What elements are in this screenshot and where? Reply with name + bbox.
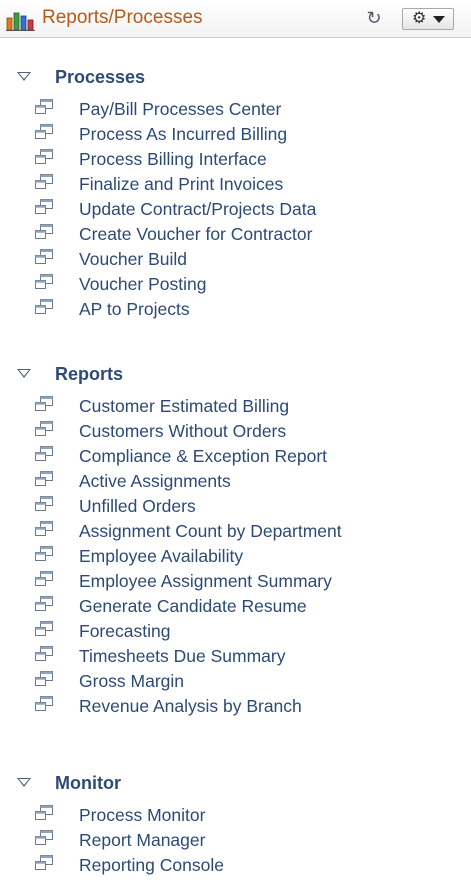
menu-link[interactable]: AP to Projects	[0, 298, 471, 322]
component-link-icon	[34, 149, 54, 165]
menu-link-label[interactable]: Pay/Bill Processes Center	[79, 98, 281, 120]
menu-link[interactable]: Process As Incurred Billing	[0, 123, 471, 147]
menu-link[interactable]: Process Monitor	[0, 804, 471, 828]
expand-triangle-icon[interactable]	[17, 778, 31, 787]
section-title: Monitor	[55, 773, 121, 793]
menu-link[interactable]: Compliance & Exception Report	[0, 445, 471, 469]
bar-chart-icon	[6, 12, 35, 31]
menu-link[interactable]: Finalize and Print Invoices	[0, 173, 471, 197]
component-link-icon	[34, 646, 54, 662]
menu-link-label[interactable]: Unfilled Orders	[79, 495, 196, 517]
menu-link-label[interactable]: Finalize and Print Invoices	[79, 173, 283, 195]
component-link-icon	[34, 396, 54, 412]
pagelet-options-menu-button[interactable]: ⚙	[402, 8, 454, 30]
component-link-icon	[34, 596, 54, 612]
component-link-icon	[34, 124, 54, 140]
menu-link-label[interactable]: Voucher Posting	[79, 273, 206, 295]
section-header-monitor[interactable]: Monitor	[0, 770, 471, 796]
menu-link-label[interactable]: Employee Availability	[79, 545, 243, 567]
menu-link[interactable]: Forecasting	[0, 620, 471, 644]
component-link-icon	[34, 471, 54, 487]
component-link-icon	[34, 671, 54, 687]
component-link-icon	[34, 421, 54, 437]
menu-link-label[interactable]: Employee Assignment Summary	[79, 570, 332, 592]
component-link-icon	[34, 224, 54, 240]
component-link-icon	[34, 805, 54, 821]
menu-link[interactable]: Employee Assignment Summary	[0, 570, 471, 594]
component-link-icon	[34, 696, 54, 712]
component-link-icon	[34, 855, 54, 871]
menu-link-label[interactable]: Generate Candidate Resume	[79, 595, 307, 617]
menu-link-label[interactable]: Process Billing Interface	[79, 148, 267, 170]
pagelet-title: Reports/Processes	[42, 7, 203, 28]
menu-link-label[interactable]: Update Contract/Projects Data	[79, 198, 316, 220]
menu-link[interactable]: Employee Availability	[0, 545, 471, 569]
menu-link[interactable]: Gross Margin	[0, 670, 471, 694]
menu-link-label[interactable]: Process Monitor	[79, 804, 205, 826]
menu-link[interactable]: Active Assignments	[0, 470, 471, 494]
menu-link-label[interactable]: Voucher Build	[79, 248, 187, 270]
menu-link[interactable]: Unfilled Orders	[0, 495, 471, 519]
section-title: Processes	[55, 67, 146, 87]
menu-link[interactable]: Create Voucher for Contractor	[0, 223, 471, 247]
component-link-icon	[34, 249, 54, 265]
menu-link-label[interactable]: Report Manager	[79, 829, 205, 851]
component-link-icon	[34, 621, 54, 637]
component-link-icon	[34, 99, 54, 115]
menu-link[interactable]: Voucher Posting	[0, 273, 471, 297]
section-header-processes[interactable]: Processes	[0, 64, 471, 90]
expand-triangle-icon[interactable]	[17, 72, 31, 81]
menu-link-label[interactable]: AP to Projects	[79, 298, 190, 320]
component-link-icon	[34, 446, 54, 462]
menu-link-label[interactable]: Timesheets Due Summary	[79, 645, 286, 667]
component-link-icon	[34, 830, 54, 846]
menu-link[interactable]: Voucher Build	[0, 248, 471, 272]
component-link-icon	[34, 571, 54, 587]
menu-link[interactable]: Process Billing Interface	[0, 148, 471, 172]
refresh-icon[interactable]: ↻	[364, 8, 384, 28]
expand-triangle-icon[interactable]	[17, 369, 31, 378]
menu-link[interactable]: Customers Without Orders	[0, 420, 471, 444]
menu-link-label[interactable]: Compliance & Exception Report	[79, 445, 327, 467]
menu-link-label[interactable]: Assignment Count by Department	[79, 520, 342, 542]
component-link-icon	[34, 299, 54, 315]
pagelet-header: Reports/Processes ↻ ⚙	[0, 0, 471, 38]
menu-link[interactable]: Customer Estimated Billing	[0, 395, 471, 419]
section-title: Reports	[55, 364, 124, 384]
caret-down-icon	[433, 16, 445, 23]
menu-link[interactable]: Pay/Bill Processes Center	[0, 98, 471, 122]
menu-link-label[interactable]: Gross Margin	[79, 670, 184, 692]
component-link-icon	[34, 546, 54, 562]
menu-link-label[interactable]: Active Assignments	[79, 470, 231, 492]
menu-link[interactable]: Timesheets Due Summary	[0, 645, 471, 669]
component-link-icon	[34, 496, 54, 512]
menu-link[interactable]: Assignment Count by Department	[0, 520, 471, 544]
component-link-icon	[34, 199, 54, 215]
component-link-icon	[34, 274, 54, 290]
menu-link[interactable]: Reporting Console	[0, 854, 471, 878]
menu-link-label[interactable]: Reporting Console	[79, 854, 224, 876]
menu-link-label[interactable]: Revenue Analysis by Branch	[79, 695, 302, 717]
component-link-icon	[34, 174, 54, 190]
menu-link-label[interactable]: Customers Without Orders	[79, 420, 286, 442]
menu-link[interactable]: Revenue Analysis by Branch	[0, 695, 471, 719]
menu-link-label[interactable]: Create Voucher for Contractor	[79, 223, 312, 245]
menu-link-label[interactable]: Forecasting	[79, 620, 170, 642]
menu-link[interactable]: Update Contract/Projects Data	[0, 198, 471, 222]
menu-link[interactable]: Generate Candidate Resume	[0, 595, 471, 619]
menu-link[interactable]: Report Manager	[0, 829, 471, 853]
component-link-icon	[34, 521, 54, 537]
menu-link-label[interactable]: Customer Estimated Billing	[79, 395, 289, 417]
section-header-reports[interactable]: Reports	[0, 361, 471, 387]
menu-link-label[interactable]: Process As Incurred Billing	[79, 123, 287, 145]
gear-icon: ⚙	[412, 10, 427, 27]
